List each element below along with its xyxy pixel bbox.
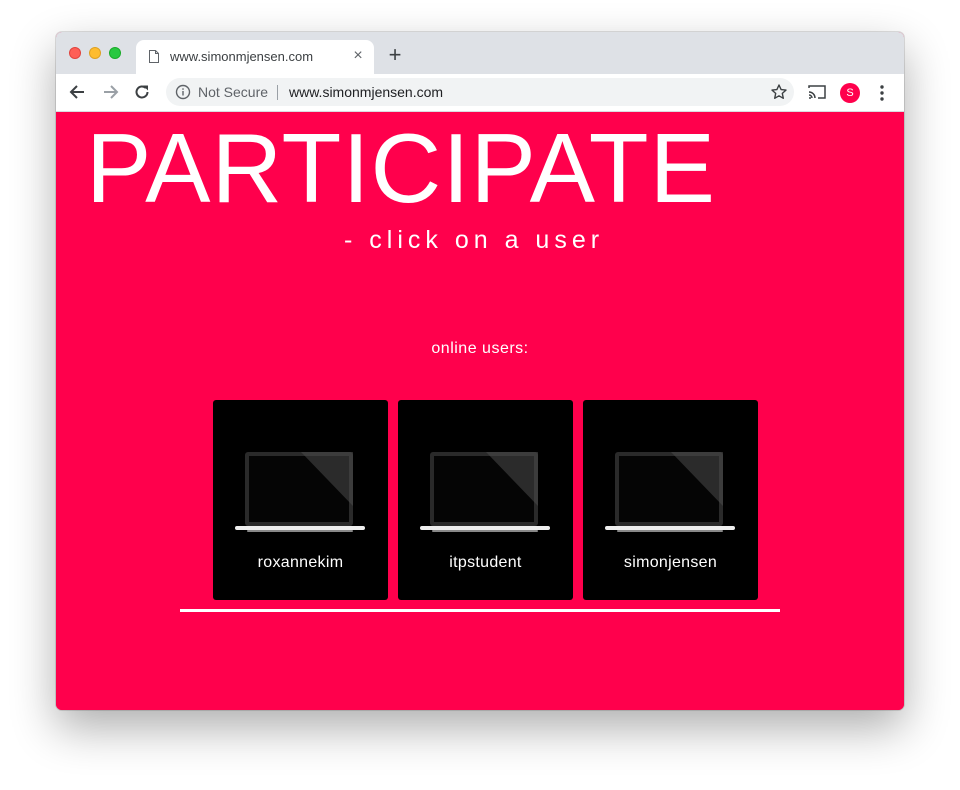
page-icon (149, 50, 159, 63)
user-card-itpstudent[interactable]: itpstudent (398, 400, 573, 600)
forward-icon[interactable] (100, 82, 120, 102)
info-icon[interactable] (175, 84, 191, 100)
url-text[interactable]: www.simonmjensen.com (289, 84, 443, 100)
tab-title: www.simonmjensen.com (170, 49, 314, 64)
user-name: roxannekim (257, 554, 344, 571)
laptop-icon (605, 452, 735, 532)
user-name: itpstudent (449, 554, 522, 571)
browser-window: www.simonmjensen.com × + Not Secure www.… (56, 32, 904, 710)
browser-tab[interactable]: www.simonmjensen.com × (136, 40, 374, 74)
menu-icon[interactable] (874, 83, 890, 103)
online-users-label: online users: (431, 340, 529, 357)
browser-toolbar: Not Secure www.simonmjensen.com S (56, 74, 904, 112)
laptop-icon (235, 452, 365, 532)
zoom-window-icon[interactable] (109, 47, 121, 59)
user-card-roxannekim[interactable]: roxannekim (213, 400, 388, 600)
security-status[interactable]: Not Secure (198, 84, 268, 100)
page-content: PARTICIPATE - click on a user online use… (56, 112, 904, 710)
laptop-icon (420, 452, 550, 532)
back-icon[interactable] (68, 82, 88, 102)
address-bar[interactable]: Not Secure www.simonmjensen.com (166, 78, 794, 106)
tab-strip: www.simonmjensen.com × + (56, 32, 904, 74)
user-card-simonjensen[interactable]: simonjensen (583, 400, 758, 600)
close-window-icon[interactable] (69, 47, 81, 59)
page-subtitle: - click on a user (344, 226, 605, 254)
reload-icon[interactable] (132, 82, 152, 102)
page-title: PARTICIPATE (86, 113, 716, 223)
omnibox-separator (277, 85, 278, 100)
profile-avatar[interactable]: S (840, 83, 860, 103)
tab-close-button[interactable]: × (350, 47, 366, 65)
star-icon[interactable] (770, 83, 788, 101)
new-tab-button[interactable]: + (385, 44, 405, 66)
user-name: simonjensen (623, 554, 718, 571)
divider-line (180, 609, 780, 612)
minimize-window-icon[interactable] (89, 47, 101, 59)
cast-icon[interactable] (808, 84, 826, 100)
